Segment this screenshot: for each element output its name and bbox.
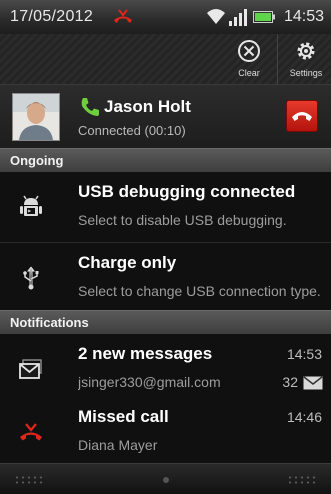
clear-label: Clear bbox=[238, 68, 260, 78]
row-subtitle: Select to disable USB debugging. bbox=[78, 212, 287, 228]
status-bar: 17/05/2012 14:53 bbox=[0, 0, 331, 35]
list-item-usb-debugging[interactable]: USB debugging connected Select to disabl… bbox=[0, 172, 331, 243]
row-subtitle: Select to change USB connection type. bbox=[78, 283, 321, 299]
missed-call-icon bbox=[20, 423, 42, 441]
section-header-ongoing: Ongoing bbox=[0, 148, 331, 174]
row-time: 14:46 bbox=[286, 409, 322, 425]
gmail-icon bbox=[19, 359, 42, 379]
settings-label: Settings bbox=[289, 68, 323, 78]
call-status: Connected (00:10) bbox=[78, 123, 186, 138]
contact-photo-icon bbox=[13, 94, 59, 140]
end-call-icon bbox=[292, 112, 312, 121]
missed-call-icon bbox=[114, 9, 132, 23]
wifi-icon bbox=[207, 9, 225, 24]
row-title: Missed call bbox=[78, 407, 169, 426]
gear-icon bbox=[297, 42, 315, 60]
grip-dots-icon bbox=[14, 475, 44, 485]
android-debug-icon bbox=[20, 195, 42, 216]
phone-icon bbox=[81, 98, 99, 116]
signal-icon bbox=[229, 9, 247, 26]
section-title: Notifications bbox=[10, 315, 89, 330]
notification-shade: 17/05/2012 14:53 Clear Settings Jason Ho… bbox=[0, 0, 331, 494]
active-call-row[interactable]: Jason Holt Connected (00:10) bbox=[0, 84, 331, 149]
battery-icon bbox=[253, 11, 275, 23]
status-date: 17/05/2012 bbox=[10, 8, 94, 25]
section-header-notifications: Notifications bbox=[0, 310, 331, 336]
section-title: Ongoing bbox=[10, 153, 64, 168]
usb-icon bbox=[23, 266, 39, 290]
end-call-button[interactable] bbox=[286, 100, 318, 132]
clear-button[interactable]: Clear bbox=[221, 34, 277, 84]
list-item-charge-only[interactable]: Charge only Select to change USB connect… bbox=[0, 243, 331, 314]
handle-dot bbox=[163, 477, 169, 483]
list-item-missed-call[interactable]: Missed call Diana Mayer 14:46 bbox=[0, 397, 331, 464]
shade-action-bar: Clear Settings bbox=[0, 34, 331, 84]
row-title: Charge only bbox=[78, 253, 177, 272]
caller-name: Jason Holt bbox=[104, 97, 191, 116]
close-circle-icon bbox=[238, 40, 260, 62]
envelope-icon bbox=[303, 376, 323, 390]
row-title: 2 new messages bbox=[78, 344, 213, 363]
avatar bbox=[12, 93, 60, 141]
row-time: 14:53 bbox=[286, 346, 322, 362]
grip-dots-icon bbox=[287, 475, 317, 485]
settings-button[interactable]: Settings bbox=[277, 34, 331, 84]
row-title: USB debugging connected bbox=[78, 182, 296, 201]
status-time: 14:53 bbox=[284, 8, 325, 25]
unread-count: 32 bbox=[282, 374, 298, 390]
row-subtitle: Diana Mayer bbox=[78, 437, 158, 453]
shade-drag-handle[interactable] bbox=[0, 463, 331, 494]
list-item-new-messages[interactable]: 2 new messages jsinger330@gmail.com 14:5… bbox=[0, 334, 331, 405]
